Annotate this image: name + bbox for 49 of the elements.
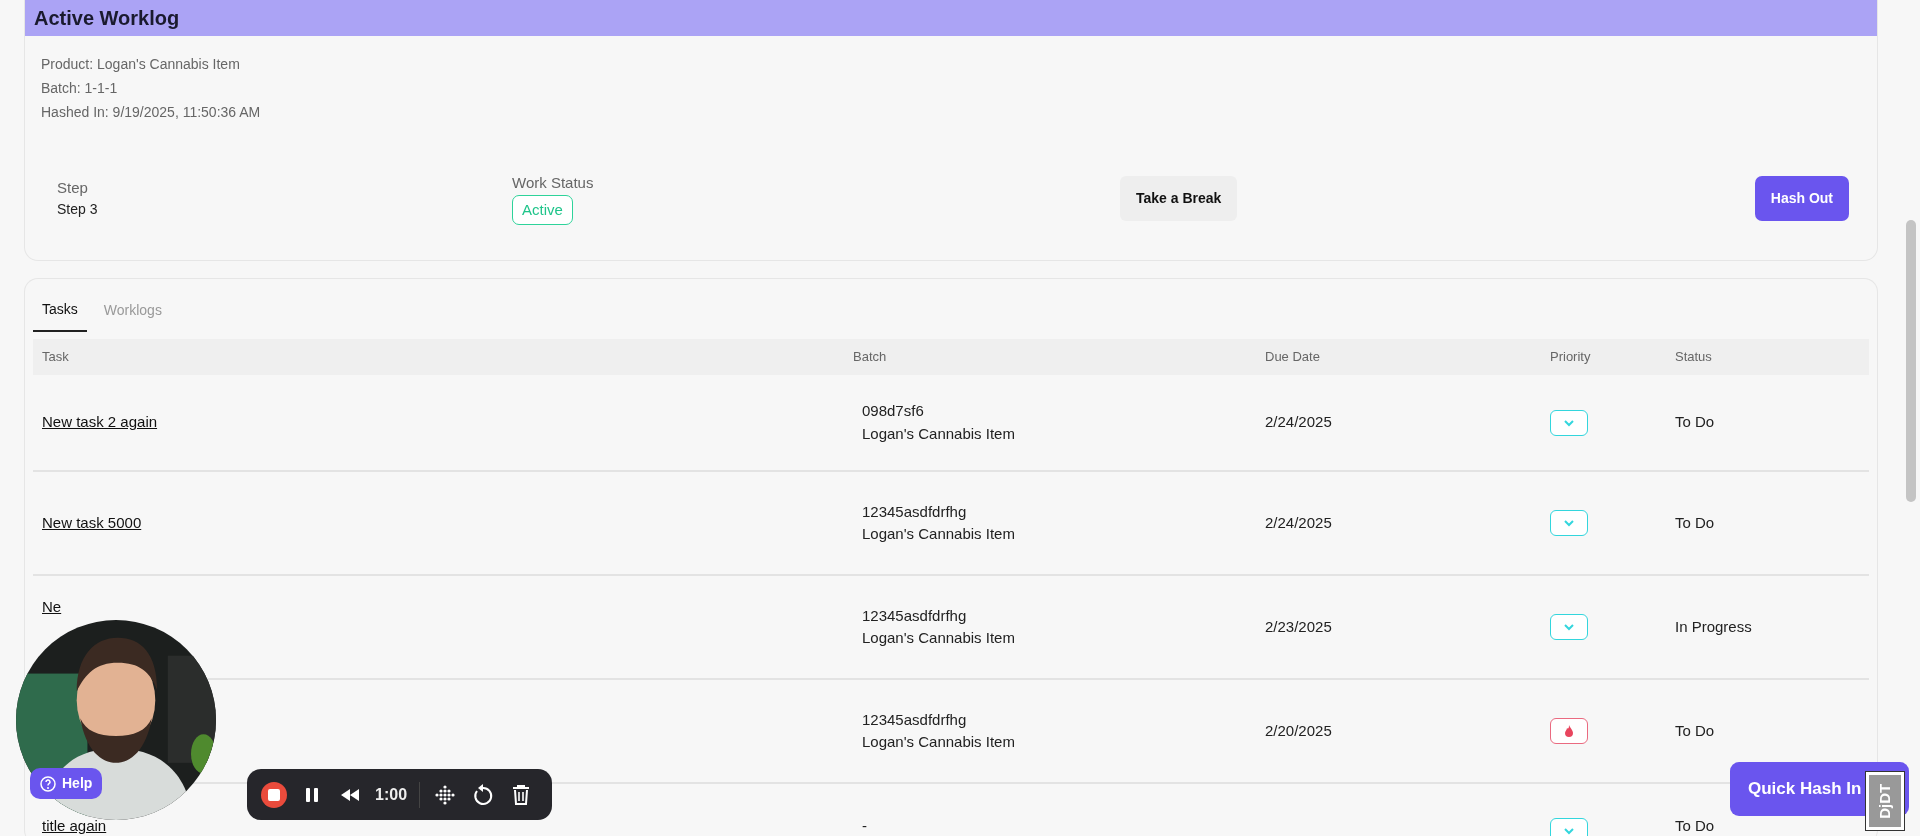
batch-code: -	[862, 818, 868, 834]
flame-icon	[1563, 723, 1575, 738]
task-link[interactable]: New task 5000	[42, 513, 142, 531]
detail-text: Batch: 1-1-1	[41, 79, 119, 98]
card-title: Active Worklog	[25, 0, 1877, 36]
product-name: Logan's Cannabis Item	[862, 524, 1016, 544]
column-header: Priority	[1541, 339, 1666, 375]
batch-code: 12345asdfdrfhg	[862, 501, 968, 522]
step-value: Step 3	[57, 200, 99, 220]
task-status: To Do	[1675, 413, 1715, 431]
due-date: 2/23/2025	[1265, 617, 1332, 635]
column-header: Task	[33, 339, 844, 375]
status-badge: Active	[512, 194, 573, 225]
due-date: 2/20/2025	[1265, 721, 1332, 739]
detail-text: Hashed In: 9/19/2025, 11:50:36 AM	[41, 103, 262, 122]
task-link[interactable]: title again	[42, 817, 107, 834]
due-date: 2/24/2025	[1265, 413, 1332, 431]
batch-code: 12345asdfdrfhg	[862, 605, 968, 626]
help-icon	[40, 775, 56, 792]
product-name: Logan's Cannabis Item	[862, 732, 1016, 752]
priority-button[interactable]	[1550, 717, 1588, 744]
product-name: Logan's Cannabis Item	[862, 628, 1016, 648]
task-link[interactable]: New task 2 again	[42, 413, 158, 431]
batch-code: 098d7sf6	[862, 401, 925, 421]
recording-time: 1:00	[375, 784, 408, 805]
task-status: In Progress	[1675, 617, 1752, 635]
detail-text: Product: Logan's Cannabis Item	[41, 55, 241, 74]
chevron-down-icon	[1562, 518, 1576, 528]
step-label: Step	[57, 177, 89, 198]
work-status-label: Work Status	[512, 173, 595, 193]
task-link[interactable]: Ne	[42, 597, 62, 615]
hash-out-button[interactable]: Hash Out	[1754, 176, 1849, 221]
column-header: Due Date	[1256, 339, 1541, 375]
chevron-down-icon	[1562, 622, 1576, 632]
product-name: Logan's Cannabis Item	[862, 423, 1016, 444]
column-header: Status	[1666, 339, 1869, 375]
task-status: To Do	[1675, 513, 1715, 531]
tab[interactable]: Tasks	[33, 295, 87, 332]
column-header: Batch	[844, 339, 1256, 375]
chevron-down-icon	[1562, 826, 1576, 836]
break-button[interactable]: Take a Break	[1120, 176, 1238, 221]
batch-code: 12345asdfdrfhg	[862, 709, 968, 730]
task-status: To Do	[1675, 817, 1715, 834]
task-status: To Do	[1675, 721, 1715, 739]
stop-icon[interactable]	[261, 781, 287, 808]
chevron-down-icon	[1562, 417, 1576, 428]
due-date: 2/24/2025	[1265, 513, 1332, 531]
scrollbar-thumb[interactable]	[1906, 220, 1916, 502]
help-button[interactable]: Help	[30, 768, 103, 799]
